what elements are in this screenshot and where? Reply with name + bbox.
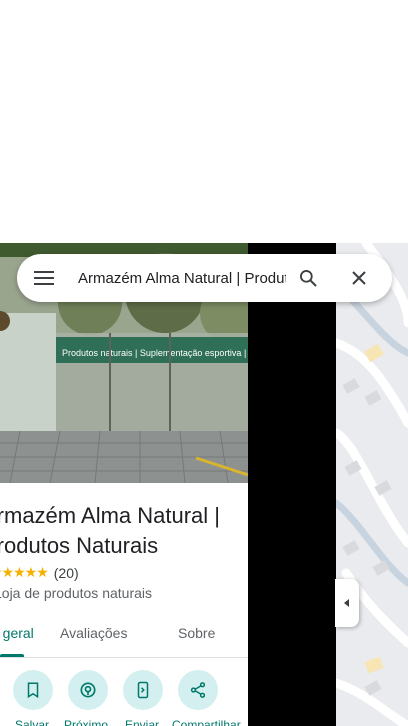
search-input[interactable]: Armazém Alma Natural | Produtos Naturais: [78, 270, 286, 287]
send-label[interactable]: Enviar: [125, 718, 159, 726]
map-view[interactable]: [336, 243, 408, 726]
tab-overview[interactable]: Visão geral: [0, 625, 34, 641]
send-to-phone-icon: [137, 681, 149, 699]
nearby-button[interactable]: [68, 670, 108, 710]
tab-about[interactable]: Sobre: [178, 625, 215, 641]
rating-stars: ★★★★★: [0, 564, 49, 580]
share-label[interactable]: Compartilhar: [172, 718, 241, 726]
place-title: Armazém Alma Natural | Produtos Naturais: [0, 503, 221, 558]
place-tabs: Visão geral Avaliações Sobre: [0, 615, 248, 658]
chevron-left-icon: [344, 599, 349, 607]
photo-signage-text: Produtos naturais | Suplementação esport…: [62, 348, 248, 358]
save-button[interactable]: [13, 670, 53, 710]
search-button[interactable]: [294, 264, 322, 292]
search-icon: [300, 270, 317, 287]
share-icon: [190, 682, 206, 698]
send-to-phone-button[interactable]: [123, 670, 163, 710]
rating-row[interactable]: ★★★★★ (20): [0, 564, 79, 581]
unrendered-area: [248, 243, 336, 726]
place-category[interactable]: Loja de produtos naturais: [0, 585, 152, 601]
review-count[interactable]: (20): [54, 565, 79, 581]
menu-icon: [34, 271, 54, 285]
place-panel: Produtos naturais | Suplementação esport…: [0, 243, 248, 726]
close-button[interactable]: [345, 264, 373, 292]
collapse-panel-button[interactable]: [335, 579, 359, 627]
active-tab-indicator: [0, 654, 24, 657]
search-bar: Armazém Alma Natural | Produtos Naturais: [17, 254, 392, 302]
menu-button[interactable]: [30, 264, 58, 292]
share-button[interactable]: [178, 670, 218, 710]
blank-top-area: [0, 0, 408, 243]
tab-reviews[interactable]: Avaliações: [60, 625, 127, 641]
bookmark-icon: [27, 682, 39, 699]
map-roads: [336, 243, 408, 726]
close-icon: [352, 271, 366, 285]
nearby-label[interactable]: Próximo: [64, 718, 108, 726]
save-label[interactable]: Salvar: [15, 718, 49, 726]
nearby-icon: [80, 682, 96, 698]
